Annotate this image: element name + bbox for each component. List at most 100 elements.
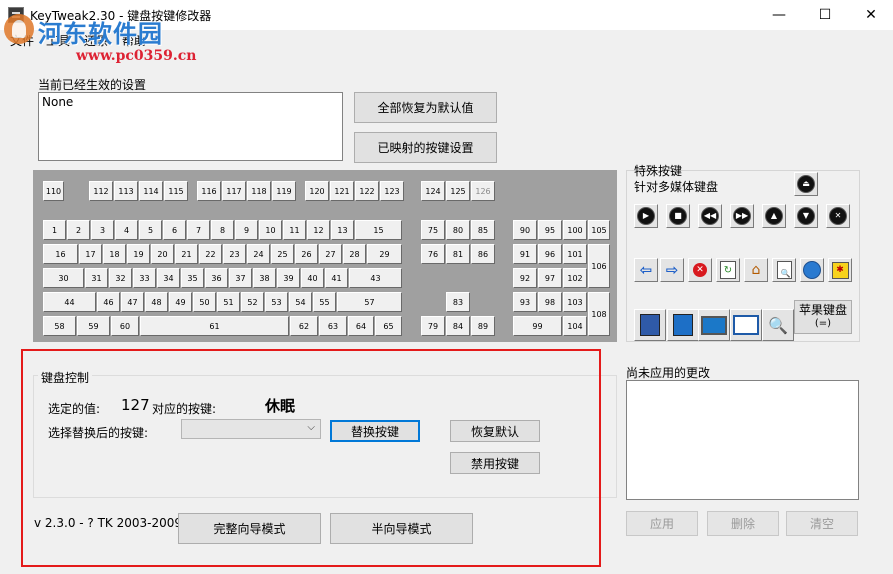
key-36[interactable]: 36	[205, 268, 228, 288]
key-90[interactable]: 90	[513, 220, 537, 240]
browser-stop-key[interactable]: ✕	[688, 258, 712, 282]
key-102[interactable]: 102	[563, 268, 587, 288]
browser-back-key[interactable]: ⇦	[634, 258, 658, 282]
key-103[interactable]: 103	[563, 292, 587, 312]
key-22[interactable]: 22	[199, 244, 222, 264]
key-121[interactable]: 121	[330, 181, 354, 201]
clear-button[interactable]: 清空	[786, 511, 858, 536]
key-16[interactable]: 16	[43, 244, 78, 264]
key-55[interactable]: 55	[313, 292, 336, 312]
key-122[interactable]: 122	[355, 181, 379, 201]
rewind-key[interactable]: ◀◀	[698, 204, 722, 228]
key-9[interactable]: 9	[235, 220, 258, 240]
key-117[interactable]: 117	[222, 181, 246, 201]
key-76[interactable]: 76	[421, 244, 445, 264]
key-2[interactable]: 2	[67, 220, 90, 240]
key-33[interactable]: 33	[133, 268, 156, 288]
key-51[interactable]: 51	[217, 292, 240, 312]
key-34[interactable]: 34	[157, 268, 180, 288]
key-19[interactable]: 19	[127, 244, 150, 264]
key-115[interactable]: 115	[164, 181, 188, 201]
mute-key[interactable]: ✕	[826, 204, 850, 228]
key-44[interactable]: 44	[43, 292, 96, 312]
key-104[interactable]: 104	[563, 316, 587, 336]
browser-home-key[interactable]: ⌂	[744, 258, 768, 282]
key-86[interactable]: 86	[471, 244, 495, 264]
key-35[interactable]: 35	[181, 268, 204, 288]
key-114[interactable]: 114	[139, 181, 163, 201]
key-18[interactable]: 18	[103, 244, 126, 264]
key-48[interactable]: 48	[145, 292, 168, 312]
key-79[interactable]: 79	[421, 316, 445, 336]
browser-forward-key[interactable]: ⇨	[660, 258, 684, 282]
key-116[interactable]: 116	[197, 181, 221, 201]
key-17[interactable]: 17	[79, 244, 102, 264]
key-40[interactable]: 40	[301, 268, 324, 288]
key-124[interactable]: 124	[421, 181, 445, 201]
network-key[interactable]	[667, 309, 699, 341]
key-64[interactable]: 64	[348, 316, 374, 336]
key-4[interactable]: 4	[115, 220, 138, 240]
key-49[interactable]: 49	[169, 292, 192, 312]
key-96[interactable]: 96	[538, 244, 562, 264]
key-30[interactable]: 30	[43, 268, 84, 288]
key-3[interactable]: 3	[91, 220, 114, 240]
magnifier-key[interactable]: 🔍	[762, 309, 794, 341]
key-95[interactable]: 95	[538, 220, 562, 240]
key-63[interactable]: 63	[319, 316, 347, 336]
key-31[interactable]: 31	[85, 268, 108, 288]
key-91[interactable]: 91	[513, 244, 537, 264]
key-10[interactable]: 10	[259, 220, 282, 240]
key-20[interactable]: 20	[151, 244, 174, 264]
key-98[interactable]: 98	[538, 292, 562, 312]
key-32[interactable]: 32	[109, 268, 132, 288]
delete-button[interactable]: 删除	[707, 511, 779, 536]
key-57[interactable]: 57	[337, 292, 402, 312]
minimize-button[interactable]: —	[756, 0, 802, 30]
key-62[interactable]: 62	[290, 316, 318, 336]
media-select-key[interactable]: ✱	[828, 258, 852, 282]
key-60[interactable]: 60	[111, 316, 139, 336]
key-27[interactable]: 27	[319, 244, 342, 264]
key-61[interactable]: 61	[140, 316, 289, 336]
key-75[interactable]: 75	[421, 220, 445, 240]
key-15[interactable]: 15	[355, 220, 402, 240]
key-23[interactable]: 23	[223, 244, 246, 264]
pending-changes-list[interactable]	[626, 380, 859, 500]
key-59[interactable]: 59	[77, 316, 110, 336]
key-47[interactable]: 47	[121, 292, 144, 312]
restore-all-defaults-button[interactable]: 全部恢复为默认值	[354, 92, 497, 123]
key-52[interactable]: 52	[241, 292, 264, 312]
key-29[interactable]: 29	[367, 244, 402, 264]
key-26[interactable]: 26	[295, 244, 318, 264]
key-38[interactable]: 38	[253, 268, 276, 288]
key-7[interactable]: 7	[187, 220, 210, 240]
stop-key[interactable]: ■	[666, 204, 690, 228]
key-100[interactable]: 100	[563, 220, 587, 240]
key-80[interactable]: 80	[446, 220, 470, 240]
key-41[interactable]: 41	[325, 268, 348, 288]
key-118[interactable]: 118	[247, 181, 271, 201]
key-54[interactable]: 54	[289, 292, 312, 312]
browser-favorites-key[interactable]	[800, 258, 824, 282]
key-119[interactable]: 119	[272, 181, 296, 201]
volume-up-key[interactable]: ▲	[762, 204, 786, 228]
key-6[interactable]: 6	[163, 220, 186, 240]
key-8[interactable]: 8	[211, 220, 234, 240]
key-108[interactable]: 108	[588, 292, 610, 336]
apply-button[interactable]: 应用	[626, 511, 698, 536]
key-101[interactable]: 101	[563, 244, 587, 264]
maximize-button[interactable]: ☐	[802, 0, 848, 30]
monitor-key[interactable]	[698, 309, 730, 341]
key-92[interactable]: 92	[513, 268, 537, 288]
fast-forward-key[interactable]: ▶▶	[730, 204, 754, 228]
key-24[interactable]: 24	[247, 244, 270, 264]
key-126[interactable]: 126	[471, 181, 495, 201]
key-84[interactable]: 84	[446, 316, 470, 336]
key-89[interactable]: 89	[471, 316, 495, 336]
apple-keyboard-button[interactable]: 苹果键盘 (=)	[794, 300, 852, 334]
key-37[interactable]: 37	[229, 268, 252, 288]
key-53[interactable]: 53	[265, 292, 288, 312]
key-50[interactable]: 50	[193, 292, 216, 312]
mapped-keys-button[interactable]: 已映射的按键设置	[354, 132, 497, 163]
